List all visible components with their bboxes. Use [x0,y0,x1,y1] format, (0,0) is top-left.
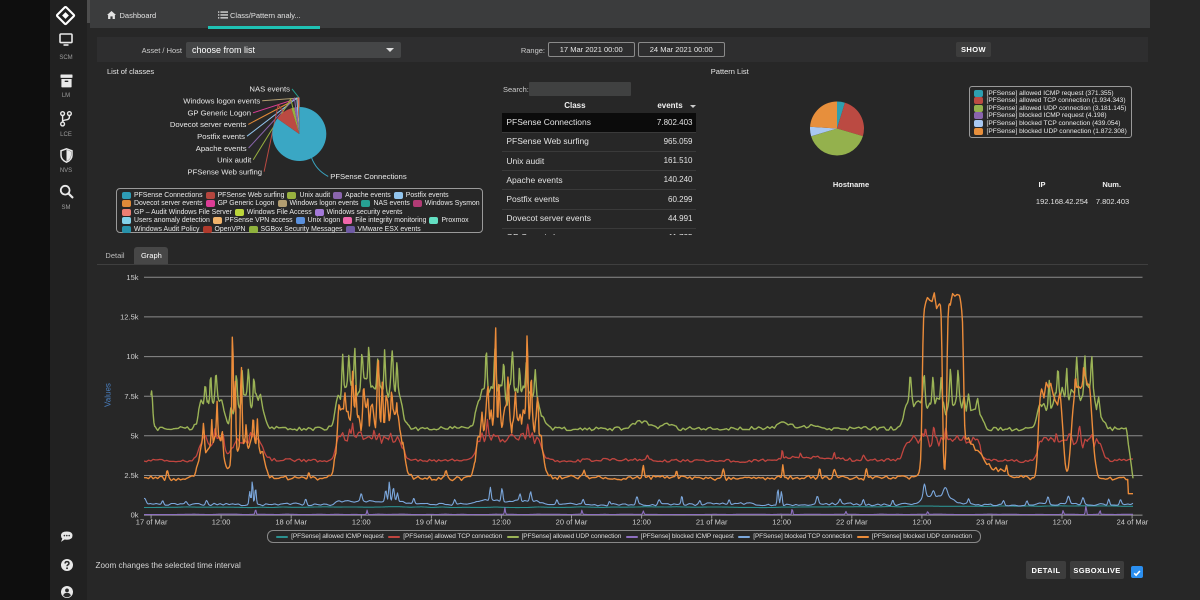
svg-text:2.5k: 2.5k [124,471,138,480]
svg-text:19 of Mar: 19 of Mar [416,518,448,527]
svg-text:23 of Mar: 23 of Mar [976,518,1008,527]
svg-text:12:00: 12:00 [913,518,932,527]
svg-text:15k: 15k [126,273,138,282]
svg-text:10k: 10k [126,352,138,361]
svg-text:22 of Mar: 22 of Mar [836,518,868,527]
svg-text:21 of Mar: 21 of Mar [696,518,728,527]
svg-text:12:00: 12:00 [632,518,651,527]
svg-text:12:00: 12:00 [772,518,791,527]
svg-text:24 of Mar: 24 of Mar [1117,518,1149,527]
svg-text:12:00: 12:00 [212,518,231,527]
svg-text:17 of Mar: 17 of Mar [136,518,168,527]
svg-text:12:00: 12:00 [492,518,511,527]
svg-text:12:00: 12:00 [352,518,371,527]
svg-text:5k: 5k [131,431,139,440]
svg-text:18 of Mar: 18 of Mar [275,518,307,527]
svg-text:20 of Mar: 20 of Mar [556,518,588,527]
svg-text:Values: Values [104,383,113,407]
svg-text:12:00: 12:00 [1053,518,1072,527]
svg-text:7.5k: 7.5k [124,392,138,401]
svg-text:12.5k: 12.5k [120,313,139,322]
